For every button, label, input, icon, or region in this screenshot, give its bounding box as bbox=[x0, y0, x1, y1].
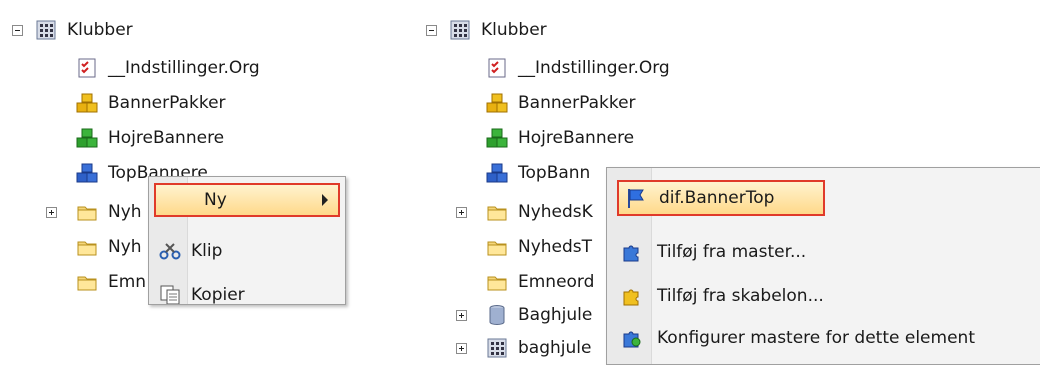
expand-toggle-icon[interactable] bbox=[456, 342, 467, 354]
tree-node-bannerpakker[interactable]: BannerPakker bbox=[76, 87, 226, 119]
tree-node-hojrebannere[interactable]: HojreBannere bbox=[76, 122, 224, 154]
green-cubes-icon bbox=[486, 128, 508, 148]
flag-icon bbox=[628, 189, 644, 208]
tree-node-label: Nyh bbox=[108, 237, 142, 257]
folder-icon bbox=[487, 206, 507, 221]
tree-node-indstillinger[interactable]: __Indstillinger.Org bbox=[486, 52, 670, 84]
menu-item-label: Klip bbox=[191, 241, 223, 261]
submenu: dif.BannerTop Tilføj fra master... Tilfø… bbox=[606, 167, 1040, 365]
tree-node-topbannere[interactable]: TopBann bbox=[486, 157, 590, 189]
tree-node-label: Klubber bbox=[481, 20, 547, 40]
yellow-cubes-icon bbox=[76, 93, 98, 113]
menu-item-label: Konfigurer mastere for dette element bbox=[657, 328, 975, 348]
menu-item-tilfoj-fra-master[interactable]: Tilføj fra master... bbox=[609, 234, 1039, 270]
database-cylinder-icon bbox=[489, 305, 505, 326]
tree-node-bannerpakker[interactable]: BannerPakker bbox=[486, 87, 636, 119]
menu-item-label: Kopier bbox=[191, 285, 245, 305]
menu-item-konfigurer-mastere[interactable]: Konfigurer mastere for dette element bbox=[609, 320, 1039, 356]
blue-cubes-icon bbox=[486, 163, 508, 183]
tree-node-indstillinger[interactable]: __Indstillinger.Org bbox=[76, 52, 260, 84]
tree-node-label: Baghjule bbox=[518, 305, 593, 325]
tree-node-label: baghjule bbox=[518, 338, 592, 358]
tree-node-label: TopBann bbox=[518, 163, 591, 183]
configure-puzzle-icon bbox=[623, 331, 641, 348]
folder-icon bbox=[77, 206, 97, 221]
scissors-icon bbox=[159, 243, 181, 260]
database-icon bbox=[450, 20, 470, 40]
folder-icon bbox=[77, 276, 97, 291]
green-cubes-icon bbox=[76, 128, 98, 148]
tree-node-label: HojreBannere bbox=[108, 128, 225, 148]
yellow-cubes-icon bbox=[486, 93, 508, 113]
tree-node-label: Klubber bbox=[67, 20, 133, 40]
blue-cubes-icon bbox=[76, 163, 98, 183]
settings-document-icon bbox=[78, 58, 96, 78]
collapse-toggle-icon[interactable] bbox=[426, 24, 437, 36]
menu-item-label: Tilføj fra skabelon... bbox=[657, 286, 824, 306]
tree-node-label: __Indstillinger.Org bbox=[108, 58, 260, 78]
tree-node-label: Nyh bbox=[108, 202, 142, 222]
tree-node-label: NyhedsK bbox=[518, 202, 593, 222]
tree-node-baghjule-2[interactable]: baghjule bbox=[456, 332, 591, 364]
folder-icon bbox=[487, 241, 507, 256]
tree-node-label: BannerPakker bbox=[518, 93, 636, 113]
expand-toggle-icon[interactable] bbox=[456, 309, 467, 321]
tree-node-baghjule-1[interactable]: Baghjule bbox=[456, 299, 592, 331]
folder-icon bbox=[487, 276, 507, 291]
tree-node-label: __Indstillinger.Org bbox=[518, 58, 670, 78]
collapse-toggle-icon[interactable] bbox=[12, 24, 23, 36]
menu-item-tilfoj-fra-skabelon[interactable]: Tilføj fra skabelon... bbox=[609, 278, 1039, 314]
tree-node-emn[interactable]: Emn bbox=[76, 266, 146, 298]
tree-node-label: Emn bbox=[108, 272, 147, 292]
tree-node-hojrebannere[interactable]: HojreBannere bbox=[486, 122, 634, 154]
tree-node-nyh-1[interactable]: Nyh bbox=[46, 196, 142, 228]
tree-node-nyhedsk[interactable]: NyhedsK bbox=[456, 196, 593, 228]
menu-item-label: dif.BannerTop bbox=[659, 188, 775, 208]
tree-node-label: BannerPakker bbox=[108, 93, 226, 113]
expand-toggle-icon[interactable] bbox=[456, 206, 467, 218]
menu-item-label: Ny bbox=[204, 190, 227, 210]
tree-node-label: NyhedsT bbox=[518, 237, 593, 257]
tree-node-klubber[interactable]: Klubber bbox=[12, 14, 133, 46]
database-icon bbox=[36, 20, 56, 40]
tree-node-label: HojreBannere bbox=[518, 128, 635, 148]
menu-item-dif-bannertop[interactable]: dif.BannerTop bbox=[617, 180, 825, 216]
tree-node-nyhedst[interactable]: NyhedsT bbox=[486, 231, 592, 263]
folder-icon bbox=[77, 241, 97, 256]
database-icon bbox=[487, 338, 507, 358]
menu-item-klip[interactable]: Klip bbox=[151, 233, 343, 269]
yellow-puzzle-icon bbox=[623, 289, 639, 306]
menu-item-kopier[interactable]: Kopier bbox=[151, 277, 343, 305]
tree-node-klubber[interactable]: Klubber bbox=[426, 14, 547, 46]
menu-item-ny[interactable]: Ny bbox=[154, 183, 340, 217]
tree-node-emneord[interactable]: Emneord bbox=[486, 266, 594, 298]
context-menu: Ny Klip Kopier bbox=[148, 176, 346, 305]
copy-icon bbox=[160, 285, 180, 304]
expand-toggle-icon[interactable] bbox=[46, 206, 57, 218]
submenu-arrow-icon bbox=[322, 194, 328, 206]
menu-item-label: Tilføj fra master... bbox=[657, 242, 807, 262]
blue-puzzle-icon bbox=[623, 245, 639, 262]
tree-node-nyh-2[interactable]: Nyh bbox=[76, 231, 142, 263]
tree-node-label: Emneord bbox=[518, 272, 595, 292]
settings-document-icon bbox=[488, 58, 506, 78]
